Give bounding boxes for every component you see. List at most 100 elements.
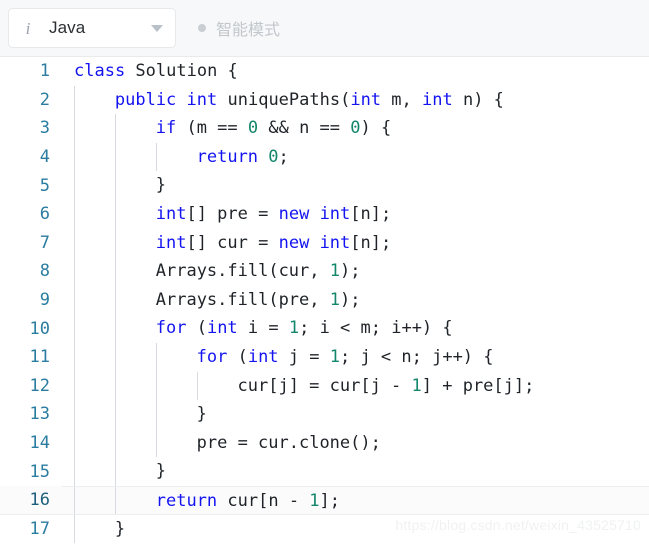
token-kw: class <box>74 61 126 81</box>
code-line[interactable]: 3 if (m == 0 && n == 0) { <box>0 114 649 143</box>
token-pl: ]; <box>319 490 341 511</box>
token-pl: ( <box>227 346 248 367</box>
code-line[interactable]: 1 class Solution { <box>0 57 649 86</box>
code-line[interactable]: 15} <box>0 457 649 486</box>
line-number: 18 <box>0 543 62 549</box>
code-line-content[interactable]: return 0; <box>62 142 649 172</box>
line-number: 14 <box>29 433 50 454</box>
toolbar: i Java 智能模式 <box>0 0 649 57</box>
code-text: return 0; <box>62 143 649 171</box>
code-line-content[interactable]: if (m == 0 && n == 0) { <box>62 114 649 143</box>
smart-mode-toggle[interactable]: 智能模式 <box>198 16 280 40</box>
code-line[interactable]: 5} <box>0 171 649 200</box>
code-line-content[interactable]: } <box>62 400 649 429</box>
code-line[interactable]: 11 for (int j = 1; j < n; j++) { <box>0 342 649 372</box>
code-line[interactable]: 10 for (int i = 1; i < m; i++) { <box>0 314 649 343</box>
status-dot-icon <box>198 24 206 32</box>
token-pl: ); <box>340 261 361 282</box>
code-text: for (int j = 1; j < n; j++) { <box>62 343 649 371</box>
code-line[interactable]: 2 public int uniquePaths(int m, int n) { <box>0 85 649 115</box>
code-text: int[] cur = new int[n]; <box>62 229 649 257</box>
code-text: class Solution { <box>62 57 649 85</box>
code-line-content[interactable]: } <box>62 457 649 486</box>
code-line[interactable]: 9 Arrays.fill(pre, 1); <box>0 285 649 315</box>
token-num: 1 <box>411 375 422 396</box>
line-number: 1 <box>39 61 50 82</box>
code-line-content[interactable]: pre = cur.clone(); <box>62 428 649 458</box>
token-kw: int <box>422 89 453 110</box>
line-number: 7 <box>39 232 50 253</box>
token-kw: new <box>278 232 310 253</box>
token-pl: i = <box>237 318 289 339</box>
code-text: } <box>62 457 649 485</box>
line-number: 13 <box>29 404 50 425</box>
token-pl: [n]; <box>350 203 392 224</box>
code-line-content[interactable]: } <box>62 514 649 544</box>
token-kw: return <box>196 146 259 167</box>
code-line[interactable]: 13} <box>0 400 649 429</box>
code-line[interactable]: 17} <box>0 514 649 544</box>
chevron-down-icon[interactable] <box>151 24 163 32</box>
line-number: 10 <box>29 318 50 339</box>
code-line[interactable]: 16 return cur[n - 1]; <box>0 485 649 515</box>
token-pl: [n]; <box>350 232 392 253</box>
language-selector[interactable]: i Java <box>8 8 176 48</box>
code-line-content[interactable]: cur[j] = cur[j - 1] + pre[j]; <box>62 371 649 401</box>
token-pl: ; <box>278 146 289 167</box>
token-kw: int <box>206 318 238 339</box>
token-pl: ] + pre[j]; <box>421 375 535 396</box>
token-pl: [] cur = <box>186 232 279 253</box>
code-line-content[interactable]: public int uniquePaths(int m, int n) { <box>62 85 649 115</box>
code-line-content[interactable]: for (int j = 1; j < n; j++) { <box>62 342 649 372</box>
token-pl: Arrays.fill(pre, <box>155 289 330 310</box>
code-line[interactable]: 4 return 0; <box>0 142 649 172</box>
code-line-content[interactable]: Arrays.fill(cur, 1); <box>62 257 649 286</box>
code-line-content[interactable]: } <box>62 171 649 200</box>
token-pl: ) { <box>360 118 392 139</box>
token-pl: } <box>114 518 126 539</box>
line-number: 12 <box>29 375 50 396</box>
code-line-content[interactable]: int[] pre = new int[n]; <box>62 199 649 229</box>
token-pl: ); <box>340 289 361 310</box>
token-kw: int <box>155 203 187 224</box>
line-number: 11 <box>29 347 50 368</box>
code-line-content[interactable]: for (int i = 1; i < m; i++) { <box>62 314 649 343</box>
code-line[interactable]: 7 int[] cur = new int[n]; <box>0 228 649 258</box>
code-text: } <box>62 171 649 199</box>
token-pl: ; i < m; i++) { <box>299 318 453 339</box>
line-number: 8 <box>39 261 50 282</box>
code-line-content[interactable]: } <box>62 543 649 549</box>
code-text: if (m == 0 && n == 0) { <box>62 114 649 142</box>
code-viewer-app: i Java 智能模式 1 class Solution {2 public int… <box>0 0 649 549</box>
token-pl: m, <box>381 89 422 110</box>
code-line-content[interactable]: class Solution { <box>62 57 649 86</box>
token-pl: ( <box>186 318 207 339</box>
code-line-content[interactable]: int[] cur = new int[n]; <box>62 228 649 258</box>
code-editor[interactable]: 1 class Solution {2 public int uniquePaths… <box>0 57 649 549</box>
token-pl: j = <box>278 346 330 367</box>
code-line-content[interactable]: Arrays.fill(pre, 1); <box>62 285 649 315</box>
token-num: 0 <box>247 118 259 139</box>
code-line[interactable]: 12 cur[j] = cur[j - 1] + pre[j]; <box>0 371 649 401</box>
token-pl: uniquePaths( <box>217 89 351 110</box>
token-kw: int <box>319 232 351 253</box>
code-line[interactable]: 18} <box>0 543 649 549</box>
token-kw: int <box>186 89 218 110</box>
code-line[interactable]: 14 pre = cur.clone(); <box>0 428 649 458</box>
line-number: 17 <box>29 518 50 539</box>
code-line[interactable]: 8 Arrays.fill(cur, 1); <box>0 257 649 286</box>
token-pl: [] pre = <box>186 203 279 224</box>
code-line[interactable]: 6 int[] pre = new int[n]; <box>0 199 649 229</box>
line-number: 9 <box>39 290 50 311</box>
token-pl: } <box>155 461 166 482</box>
token-pl: ; j < n; j++) { <box>339 346 494 367</box>
token-num: 1 <box>309 490 320 511</box>
token-kw: if <box>155 118 177 139</box>
code-text: int[] pre = new int[n]; <box>62 200 649 228</box>
code-line-content[interactable]: return cur[n - 1]; <box>62 486 649 514</box>
line-number: 4 <box>39 147 50 168</box>
token-num: 1 <box>329 346 340 367</box>
token-pl: Arrays.fill(cur, <box>155 261 330 282</box>
line-number: 6 <box>39 204 50 225</box>
language-selector-label: Java <box>49 18 86 37</box>
